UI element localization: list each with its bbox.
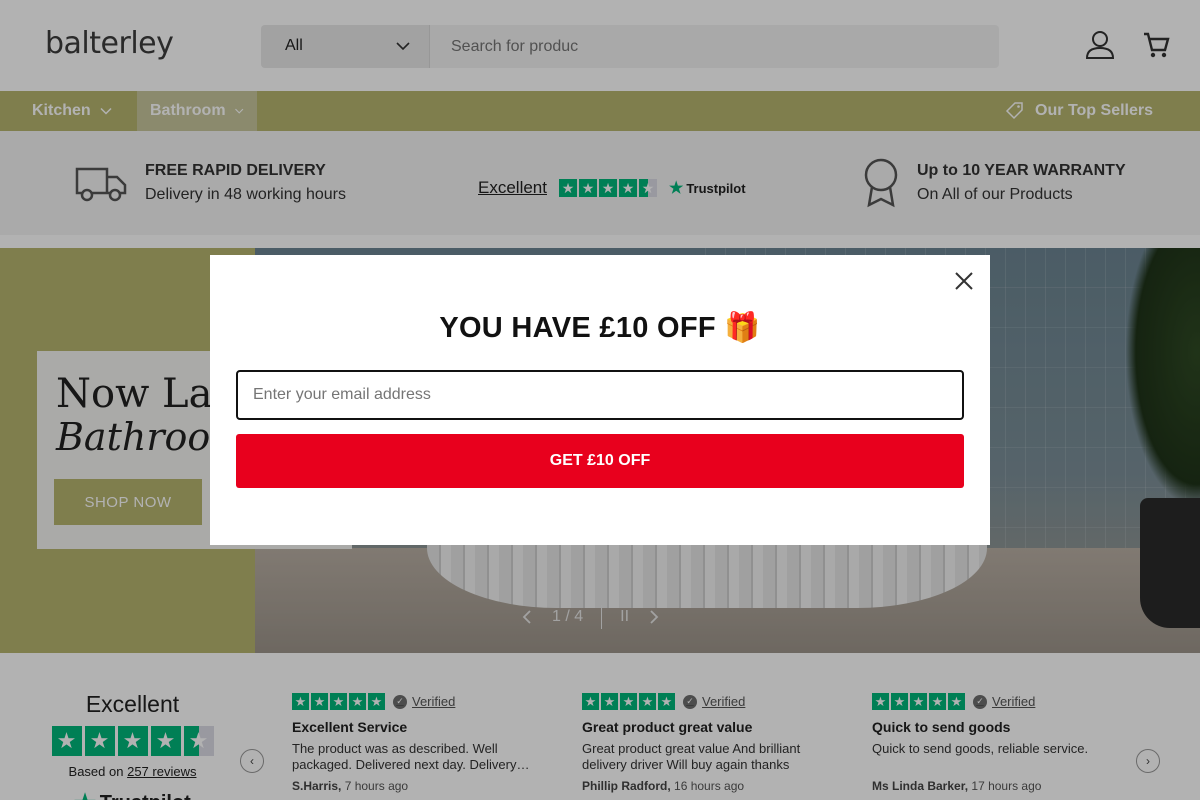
popup-title: YOU HAVE £10 OFF 🎁 [439,312,761,344]
email-field[interactable] [236,370,964,420]
discount-popup: YOU HAVE £10 OFF 🎁 GET £10 OFF [210,255,990,545]
get-discount-button[interactable]: GET £10 OFF [236,434,964,488]
close-icon[interactable] [952,269,976,293]
